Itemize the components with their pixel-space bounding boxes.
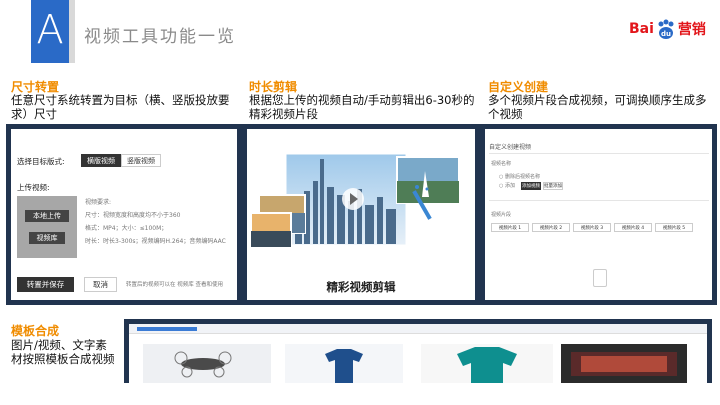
batch-add-button[interactable]: 批量添加 [543, 182, 563, 190]
title-divider [69, 0, 75, 63]
resize-panel: 选择目标版式: 横版视频 竖版视频 上传视频: 本地上传 视频库 视频要求: 尺… [6, 124, 242, 305]
brand-suffix: 营销 [677, 22, 706, 38]
custom-divider [489, 153, 709, 154]
clip-caption: 精彩视频剪辑 [326, 280, 396, 294]
custom-divider-2 [489, 200, 709, 201]
template-heading: 模板合成 [11, 324, 60, 338]
custom-title: 自定义创建视频 [489, 144, 532, 151]
segment-item[interactable]: 视频片段 2 [532, 223, 570, 232]
svg-text:du: du [661, 30, 671, 38]
baidu-marketing-logo: Bai du 营销 [629, 14, 706, 44]
segment-item[interactable]: 视频片段 4 [614, 223, 652, 232]
segment-list: 视频片段 1 视频片段 2 视频片段 3 视频片段 4 视频片段 5 [491, 223, 693, 232]
brand-bai: Bai [629, 21, 654, 37]
tshirt-image-2 [457, 347, 517, 383]
drone-image [174, 351, 232, 378]
template-toolbar [129, 324, 707, 334]
segment-item[interactable]: 视频片段 3 [573, 223, 611, 232]
upload-label: 上传视频: [17, 183, 50, 192]
custom-panel: 自定义创建视频 视频名称 ○ 删除后视频名称 ○ 添加 添加视频 批量添加 视频… [480, 124, 717, 305]
clip-desc: 根据您上传的视频自动/手动剪辑出6-30秒的精彩视频片段 [249, 93, 475, 121]
page-title: 视频工具功能一览 [84, 27, 236, 47]
upload-area: 本地上传 视频库 [17, 196, 77, 258]
req-format: 格式：MP4；大小：≤100M； [85, 225, 168, 232]
req-duration: 时长：时长3-300s；视频编码H.264；音频编码AAC [85, 238, 226, 245]
product-image [571, 352, 677, 376]
video-library-button[interactable]: 视频库 [29, 232, 65, 244]
landscape-option[interactable]: 横版视频 [81, 154, 121, 167]
section-logo: A [31, 0, 69, 63]
custom-opt1[interactable]: ○ 删除后视频名称 [499, 173, 540, 180]
local-upload-button[interactable]: 本地上传 [25, 210, 69, 222]
resize-note: 转置后的视频可以在 视频库 查看和使用 [126, 282, 223, 288]
select-format-label: 选择目标版式: [17, 157, 65, 166]
custom-row-label: 视频名称 [491, 161, 512, 167]
template-desc: 图片/视频、文字素材按照模板合成视频 [11, 338, 115, 366]
segments-label: 视频片段 [491, 212, 512, 218]
resize-save-button[interactable]: 转置并保存 [17, 277, 74, 292]
clip-illustration [250, 151, 460, 248]
add-video-button[interactable]: 添加视频 [521, 182, 541, 190]
req-size: 尺寸：视频宽度和高度均不小于360 [85, 212, 181, 219]
cancel-button[interactable]: 取消 [84, 277, 117, 292]
template-card-4[interactable] [561, 344, 687, 383]
template-panel [124, 319, 712, 383]
resize-desc: 任意尺寸系统转置为目标（横、竖版投放要求）尺寸 [11, 93, 230, 121]
custom-desc: 多个视频片段合成视频，可调换顺序生成多个视频 [488, 93, 707, 121]
template-card-1[interactable] [143, 344, 271, 383]
template-card-2[interactable] [285, 344, 403, 383]
template-tab[interactable] [137, 327, 197, 331]
paw-icon: du [655, 18, 677, 40]
tshirt-image-1 [325, 349, 363, 383]
portrait-option[interactable]: 竖版视频 [121, 154, 161, 167]
segment-item[interactable]: 视频片段 1 [491, 223, 529, 232]
upload-placeholder-icon [593, 269, 607, 287]
clip-panel: 精彩视频剪辑 [242, 124, 480, 305]
segment-item[interactable]: 视频片段 5 [655, 223, 693, 232]
template-card-3[interactable] [421, 344, 553, 383]
req-title: 视频要求: [85, 199, 112, 206]
custom-opt2[interactable]: ○ 添加 [499, 182, 515, 189]
